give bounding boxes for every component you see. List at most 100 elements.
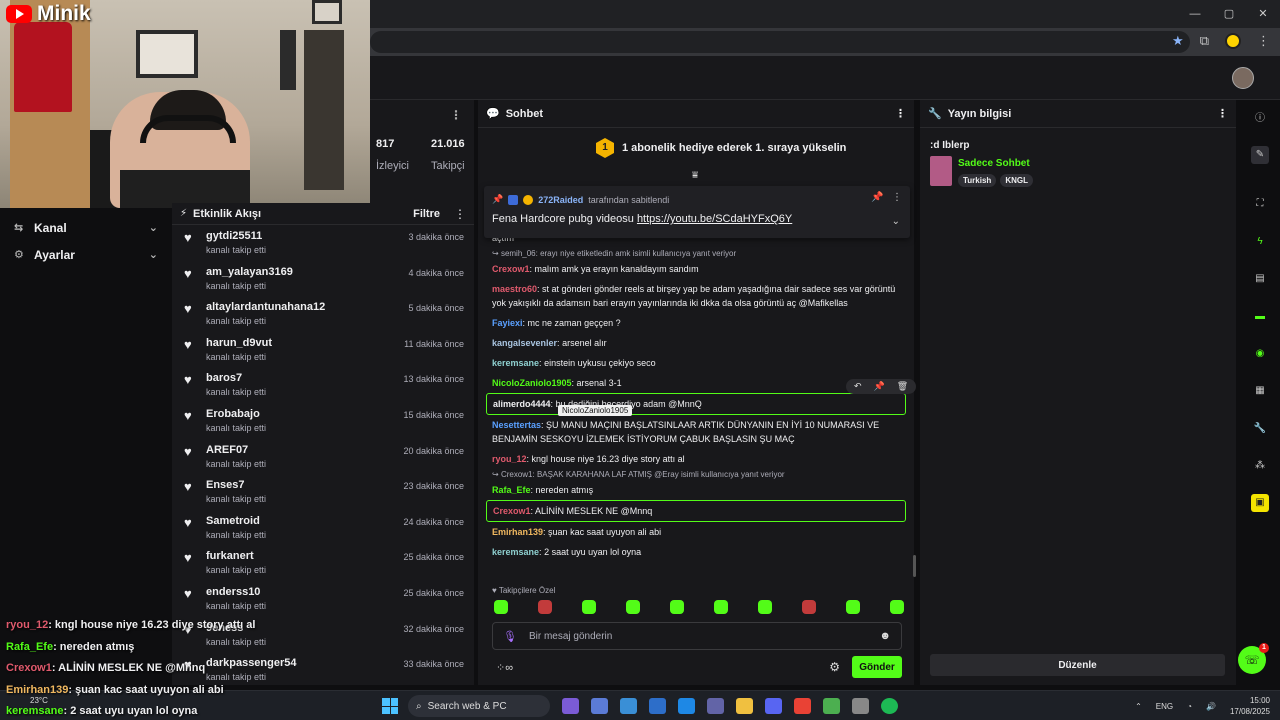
- chat-message[interactable]: ryou_12: kngl house niye 16.23 diye stor…: [486, 449, 906, 469]
- chat-message[interactable]: Rafa_Efe: nereden atmış: [486, 480, 906, 500]
- more-options-icon[interactable]: ⋮: [895, 107, 906, 120]
- chat-username[interactable]: Crexow1: [492, 264, 530, 274]
- feed-username[interactable]: altaylardantunahana12: [206, 301, 325, 313]
- clock[interactable]: 15:00 17/08/2025: [1230, 695, 1270, 717]
- feed-item[interactable]: ♥ altaylardantunahana12 kanalı takip etti 5…: [172, 296, 474, 332]
- chat-username[interactable]: NicoloZaniolo1905: [492, 378, 572, 388]
- chat-message[interactable]: kangalsevenler: arsenel alır: [486, 333, 906, 353]
- chat-icon[interactable]: ▬: [1251, 308, 1269, 326]
- chat-username[interactable]: keremsane: [492, 547, 539, 557]
- chrome-icon[interactable]: [794, 698, 811, 714]
- nav-item-kanal[interactable]: ⇆ Kanal ⌄: [0, 214, 172, 241]
- bookmark-star-icon[interactable]: ★: [1172, 33, 1184, 49]
- chevron-up-icon[interactable]: ⌃: [1135, 702, 1142, 711]
- feed-item[interactable]: ♥ baros7 kanalı takip etti 13 dakika önce: [172, 367, 474, 403]
- more-options-icon[interactable]: ⋮: [454, 207, 466, 221]
- emote-icon[interactable]: [802, 600, 816, 614]
- feed-item[interactable]: ♥ Enses7 kanalı takip etti 23 dakika önce: [172, 474, 474, 510]
- info-icon[interactable]: ⓘ: [1251, 110, 1269, 128]
- chat-message[interactable]: NicoloZaniolo1905: arsenal 3-1: [486, 373, 906, 393]
- sub-gift-promo[interactable]: 1 1 abonelik hediye ederek 1. sıraya yük…: [596, 138, 846, 158]
- category-name[interactable]: Sadece Sohbet: [958, 158, 1030, 169]
- steam-icon[interactable]: [852, 698, 869, 714]
- nav-item-ayarlar[interactable]: ⚙ Ayarlar ⌄: [0, 241, 172, 268]
- chat-message[interactable]: Crexow1: malım amk ya erayın kanaldayım …: [486, 259, 906, 279]
- outlook-icon[interactable]: [649, 698, 666, 714]
- feed-username[interactable]: Erobabajo: [206, 408, 266, 420]
- profile-icon[interactable]: [1225, 33, 1241, 49]
- chat-username[interactable]: ryou_12: [492, 454, 527, 464]
- chat-message[interactable]: Fayiexi: mc ne zaman geççen ?: [486, 313, 906, 333]
- help-button[interactable]: ☏ 1: [1238, 643, 1269, 674]
- filter-button[interactable]: Filtre: [413, 208, 440, 220]
- expand-icon[interactable]: ⛶: [1251, 195, 1269, 213]
- clapper-icon[interactable]: ▣: [1251, 494, 1269, 512]
- chat-username[interactable]: alimerdo4444: [493, 399, 551, 409]
- chat-username[interactable]: Emirhan139: [492, 527, 543, 537]
- feed-item[interactable]: ♥ furkanert kanalı takip etti 25 dakika önc…: [172, 545, 474, 581]
- lightning-icon[interactable]: ϟ: [1251, 233, 1269, 251]
- extensions-icon[interactable]: ⧉: [1200, 33, 1209, 49]
- emote-icon[interactable]: [714, 600, 728, 614]
- more-options-icon[interactable]: ⋮: [892, 192, 902, 203]
- emote-icon[interactable]: [582, 600, 596, 614]
- more-options-icon[interactable]: ⋮: [1217, 107, 1228, 120]
- chat-message[interactable]: Emirhan139: şuan kac saat uyuyon ali abi: [486, 522, 906, 542]
- more-options-icon[interactable]: ⋮: [450, 108, 462, 122]
- send-button[interactable]: Gönder: [852, 656, 902, 678]
- feed-item[interactable]: ♥ AREF07 kanalı takip etti 20 dakika önce: [172, 439, 474, 475]
- broadcast-icon[interactable]: ◉: [1251, 345, 1269, 363]
- chat-input[interactable]: 🎙 Bir mesaj gönderin ☻: [492, 622, 902, 650]
- minimize-button[interactable]: —: [1178, 0, 1212, 28]
- chat-username[interactable]: Crexow1: [493, 506, 531, 516]
- filter-icon[interactable]: ⩸: [692, 170, 698, 181]
- emote-icon[interactable]: [538, 600, 552, 614]
- start-button[interactable]: [382, 698, 398, 714]
- emote-icon[interactable]: [626, 600, 640, 614]
- emote-icon[interactable]: [758, 600, 772, 614]
- network-icon[interactable]: ◔: [1187, 702, 1192, 711]
- user-avatar[interactable]: [1232, 67, 1254, 89]
- feed-item[interactable]: ♥ enderss10 kanalı takip etti 25 dakika önc…: [172, 581, 474, 617]
- spotify-icon[interactable]: [881, 698, 898, 714]
- edge-icon[interactable]: [678, 698, 695, 714]
- document-icon[interactable]: ▤: [1251, 270, 1269, 288]
- chat-message[interactable]: keremsane: 2 saat uyu uyan lol oyna: [486, 542, 906, 562]
- microphone-icon[interactable]: 🎙: [503, 630, 517, 643]
- feed-item[interactable]: ♥ Sametroid kanalı takip etti 24 dakika önc…: [172, 510, 474, 546]
- feed-username[interactable]: Sametroid: [206, 515, 266, 527]
- feed-username[interactable]: AREF07: [206, 444, 266, 456]
- feed-item[interactable]: ♥ gytdi25511 kanalı takip etti 3 dakika önc…: [172, 225, 474, 261]
- maximize-button[interactable]: ▢: [1212, 0, 1246, 28]
- discord-icon[interactable]: [765, 698, 782, 714]
- layout-icon[interactable]: ▦: [1251, 382, 1269, 400]
- emote-icon[interactable]: [890, 600, 904, 614]
- widgets-icon[interactable]: [591, 698, 608, 714]
- copilot-icon[interactable]: [562, 698, 579, 714]
- minecraft-icon[interactable]: [823, 698, 840, 714]
- pencil-icon[interactable]: ✎: [1251, 146, 1269, 164]
- chat-username[interactable]: Nesettertas: [492, 420, 541, 430]
- chat-message[interactable]: Nesettertas: ŞU MANU MAÇINI BAŞLATSINLAA…: [486, 415, 906, 449]
- chat-username[interactable]: maestro60: [492, 284, 537, 294]
- emote-icon[interactable]: [670, 600, 684, 614]
- feed-username[interactable]: Enses7: [206, 479, 266, 491]
- edit-button[interactable]: Düzenle: [930, 654, 1225, 676]
- feed-username[interactable]: furkanert: [206, 550, 266, 562]
- chat-username[interactable]: keremsane: [492, 358, 539, 368]
- chat-username[interactable]: kangalsevenler: [492, 338, 557, 348]
- language-indicator[interactable]: ENG: [1156, 702, 1173, 711]
- feed-username[interactable]: gytdi25511: [206, 230, 266, 242]
- chat-message[interactable]: maestro60: st at gönderi gönder reels at…: [486, 279, 906, 313]
- chat-username[interactable]: Rafa_Efe: [492, 485, 531, 495]
- browser-menu-icon[interactable]: ⋮: [1257, 33, 1270, 49]
- pinned-link[interactable]: https://youtu.be/SCdaHYFxQ6Y: [637, 213, 792, 225]
- wrench-icon[interactable]: 🔧: [1251, 420, 1269, 438]
- chevron-down-icon[interactable]: ⌄: [892, 216, 900, 227]
- unpin-icon[interactable]: 📌: [871, 192, 883, 203]
- taskbar-search[interactable]: ⌕ Search web & PC: [408, 695, 550, 717]
- infinity-icon[interactable]: ⁘∞: [496, 661, 829, 674]
- chat-message[interactable]: alimerdo4444: bu dediğini becerdiyo adam…: [486, 393, 906, 415]
- feed-username[interactable]: enderss10: [206, 586, 266, 598]
- teams-icon[interactable]: [707, 698, 724, 714]
